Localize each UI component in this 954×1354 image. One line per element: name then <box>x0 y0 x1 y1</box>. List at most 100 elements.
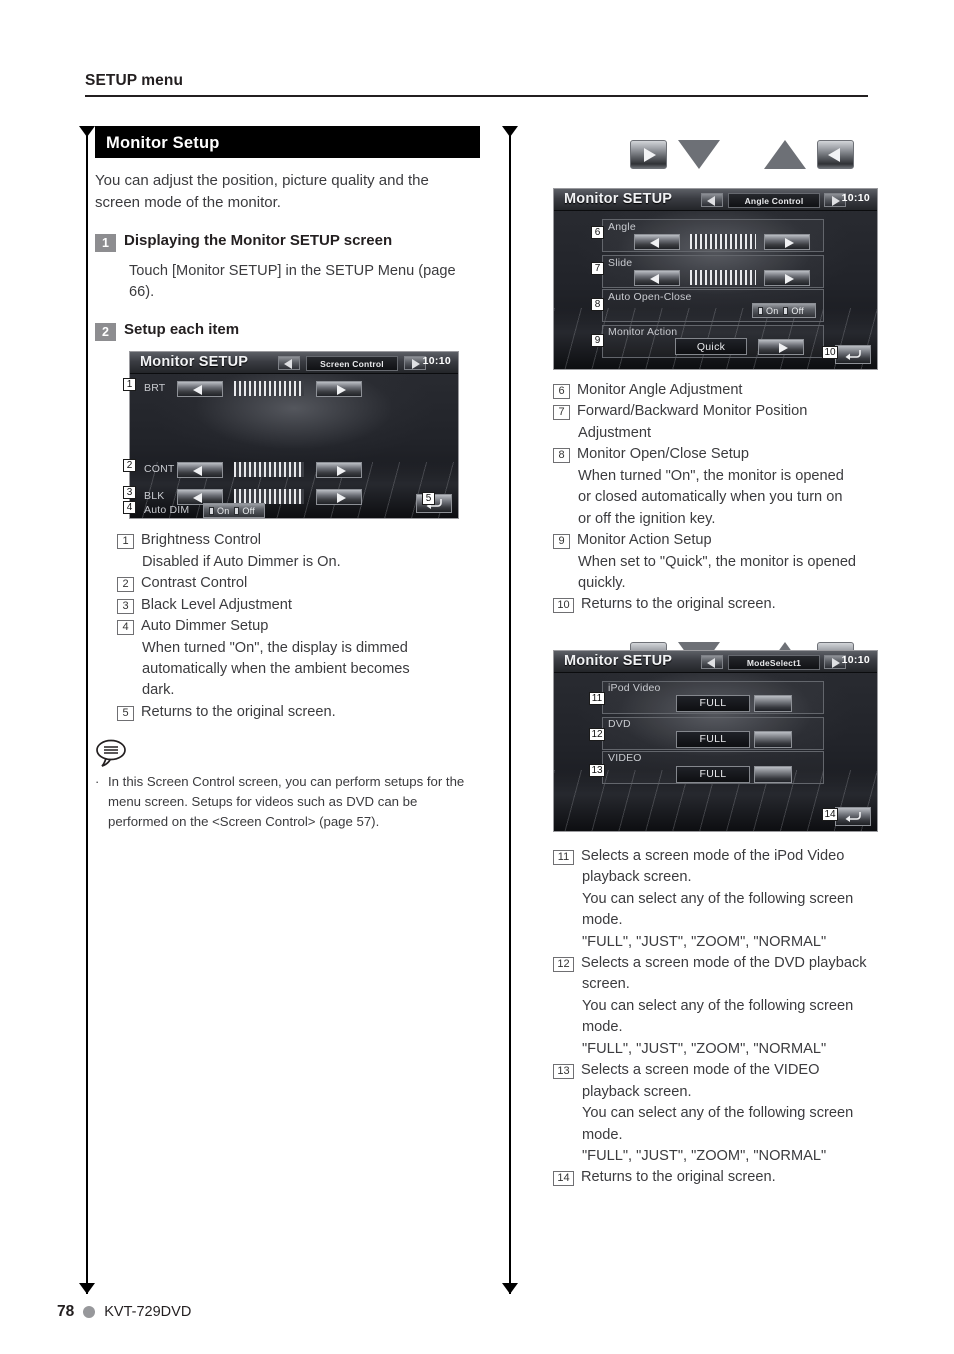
monitor-action-next-button[interactable] <box>758 339 804 355</box>
cont-increase-button[interactable] <box>316 462 362 479</box>
list-item: 5 Returns to the original screen. <box>117 702 485 723</box>
auto-open-close-toggle[interactable]: On Off <box>752 303 816 318</box>
auto-open-off-label: Off <box>791 305 804 316</box>
return-arrow-icon <box>845 350 861 360</box>
clock-display: 10:10 <box>841 192 870 204</box>
item-number: 10 <box>553 598 574 614</box>
auto-dim-toggle[interactable]: On Off <box>203 503 265 519</box>
section-intro-text: You can adjust the position, picture qua… <box>95 172 429 211</box>
callout-9: 9 <box>591 334 604 347</box>
item-subline: You can select any of the following scre… <box>582 890 854 907</box>
item-number: 5 <box>117 705 134 721</box>
callout-13: 13 <box>589 763 605 777</box>
item-text: Monitor Open/Close Setup <box>577 446 749 463</box>
item-subline: You can select any of the following scre… <box>582 997 854 1014</box>
item-subline: "FULL", "JUST", "ZOOM", "NORMAL" <box>582 1040 827 1057</box>
item-subline: automatically when the ambient becomes <box>142 661 410 677</box>
slide-increase-button[interactable] <box>764 270 810 286</box>
list-item: 6 Monitor Angle Adjustment <box>553 380 946 401</box>
callout-6: 6 <box>591 226 604 239</box>
callout-8: 8 <box>591 298 604 311</box>
item-text: Contrast Control <box>141 575 248 592</box>
step-2-title: Setup each item <box>124 321 240 339</box>
blk-label: BLK <box>144 490 165 503</box>
slide-label: Slide <box>608 257 633 269</box>
mode-label: ModeSelect1 <box>728 654 820 670</box>
auto-dim-on-led-icon <box>209 506 214 515</box>
item-subline: mode. <box>582 912 623 929</box>
item-number: 1 <box>117 534 134 550</box>
mode-prev-button[interactable] <box>701 193 723 207</box>
slide-level-gauge <box>690 270 756 285</box>
brt-label: BRT <box>144 382 166 395</box>
ipod-video-mode-value[interactable]: FULL <box>676 694 750 712</box>
list-item: 12 Selects a screen mode of the DVD playb… <box>553 953 946 974</box>
callout-14: 14 <box>822 807 838 821</box>
blk-increase-button[interactable] <box>316 489 362 506</box>
page-number: 78 <box>57 1303 75 1320</box>
right-item-list-a: 6 Monitor Angle Adjustment 7 Forward/Backw… <box>553 380 946 616</box>
step-2-number: 2 <box>95 323 116 342</box>
item-text: Selects a screen mode of the DVD playbac… <box>581 955 867 971</box>
mode-label: Angle Control <box>728 193 820 208</box>
item-number: 14 <box>553 1171 574 1187</box>
item-text: Returns to the original screen. <box>141 703 336 720</box>
item-subline: mode. <box>582 1019 623 1036</box>
nav-icon-row-top <box>630 140 854 169</box>
callout-10: 10 <box>822 346 838 359</box>
right-item-list-b: 11 Selects a screen mode of the iPod Vide… <box>553 846 946 1189</box>
callout-5: 5 <box>422 492 435 506</box>
item-number: 3 <box>117 598 134 614</box>
mode-prev-button[interactable] <box>278 356 300 371</box>
header-divider <box>85 95 868 97</box>
angle-level-gauge <box>690 234 756 249</box>
auto-open-off-led-icon <box>783 306 789 315</box>
item-subline: or closed automatically when you turn on <box>578 489 843 506</box>
auto-open-on-led-icon <box>758 306 763 315</box>
list-item: 9 Monitor Action Setup <box>553 530 946 551</box>
play-left-button-icon <box>817 140 854 169</box>
dvd-next-button[interactable] <box>754 730 792 748</box>
list-item: 10 Returns to the original screen. <box>553 594 946 615</box>
flow-arrow-right-bottom-icon <box>502 1283 518 1294</box>
step-2: 2 Setup each item <box>95 321 485 342</box>
dvd-mode-value[interactable]: FULL <box>676 730 750 748</box>
brt-decrease-button[interactable] <box>177 381 223 398</box>
item-text: Selects a screen mode of the VIDEO <box>581 1062 820 1079</box>
return-button[interactable] <box>835 345 871 364</box>
step-1-title: Displaying the Monitor SETUP screen <box>124 231 393 249</box>
screen-title: Monitor SETUP <box>564 191 673 207</box>
monitor-action-value[interactable]: Quick <box>675 338 747 355</box>
angle-increase-button[interactable] <box>764 234 810 250</box>
item-number: 13 <box>553 1064 574 1080</box>
mode-prev-button[interactable] <box>701 654 723 669</box>
item-subline: "FULL", "JUST", "ZOOM", "NORMAL" <box>582 933 827 950</box>
slide-decrease-button[interactable] <box>634 270 680 286</box>
item-subline: You can select any of the following scre… <box>582 1105 854 1122</box>
item-number: 9 <box>553 534 570 550</box>
return-arrow-icon <box>845 811 861 822</box>
video-mode-value[interactable]: FULL <box>676 765 750 783</box>
item-subline: mode. <box>582 1126 623 1143</box>
video-next-button[interactable] <box>754 765 792 783</box>
return-button[interactable] <box>835 806 871 826</box>
auto-open-close-label: Auto Open-Close <box>608 291 692 303</box>
item-subline: or off the ignition key. <box>578 510 716 527</box>
device-screen-mode-select: Monitor SETUP ModeSelect1 10:10 iPod Vid… <box>553 649 878 832</box>
brt-increase-button[interactable] <box>316 381 362 398</box>
callout-11: 11 <box>589 691 605 705</box>
clock-display: 10:10 <box>422 355 451 368</box>
ipod-video-next-button[interactable] <box>754 694 792 712</box>
cont-decrease-button[interactable] <box>177 462 223 479</box>
list-item: 1 Brightness Control <box>117 530 485 551</box>
note-body: · In this Screen Control screen, you can… <box>95 772 485 832</box>
angle-decrease-button[interactable] <box>634 234 680 250</box>
left-column: Monitor Setup You can adjust the positio… <box>95 126 485 833</box>
cont-level-gauge <box>234 462 304 478</box>
footer-dot-icon <box>83 1306 96 1318</box>
item-subline: When turned "On", the monitor is opened <box>578 467 844 484</box>
screenshot-mode-select-wrapper: Monitor SETUP ModeSelect1 10:10 iPod Vid… <box>553 649 878 832</box>
item-text: Returns to the original screen. <box>581 1169 776 1186</box>
screen-title-bar: Monitor SETUP Angle Control 10:10 <box>554 189 877 211</box>
item-subline: Adjustment <box>578 424 652 441</box>
